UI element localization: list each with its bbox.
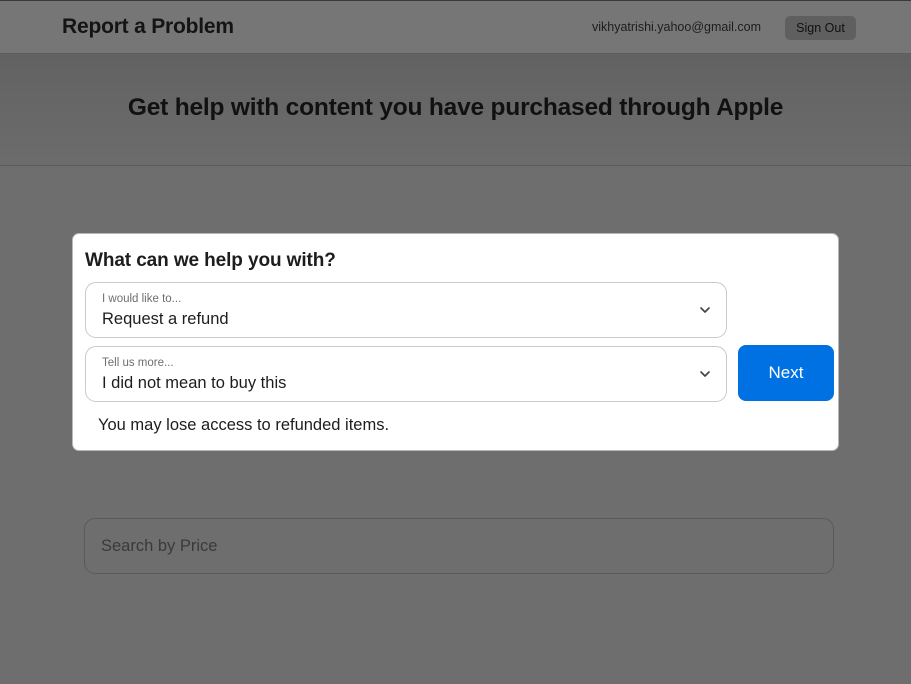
request-type-select[interactable]: I would like to... Request a refund [85,282,727,338]
sign-out-button[interactable]: Sign Out [785,16,856,40]
page-title: Get help with content you have purchased… [127,94,784,121]
help-dialog: What can we help you with? I would like … [72,233,839,451]
reason-label: Tell us more... [102,357,174,369]
top-bar: Report a Problem vikhyatrishi.yahoo@gmai… [0,0,911,54]
price-search-box[interactable] [84,518,834,574]
user-email: vikhyatrishi.yahoo@gmail.com [591,20,761,34]
next-button[interactable]: Next [738,345,834,401]
search-input[interactable] [85,519,833,573]
reason-value: I did not mean to buy this [102,374,287,392]
request-type-label: I would like to... [102,293,182,305]
dialog-heading: What can we help you with? [85,250,336,271]
chevron-down-icon [700,307,710,313]
hero-banner: Get help with content you have purchased… [0,54,911,166]
app-title: Report a Problem [62,15,234,38]
refund-warning-note: You may lose access to refunded items. [98,416,390,434]
reason-select[interactable]: Tell us more... I did not mean to buy th… [85,346,727,402]
request-type-value: Request a refund [102,310,229,328]
chevron-down-icon [700,371,710,377]
